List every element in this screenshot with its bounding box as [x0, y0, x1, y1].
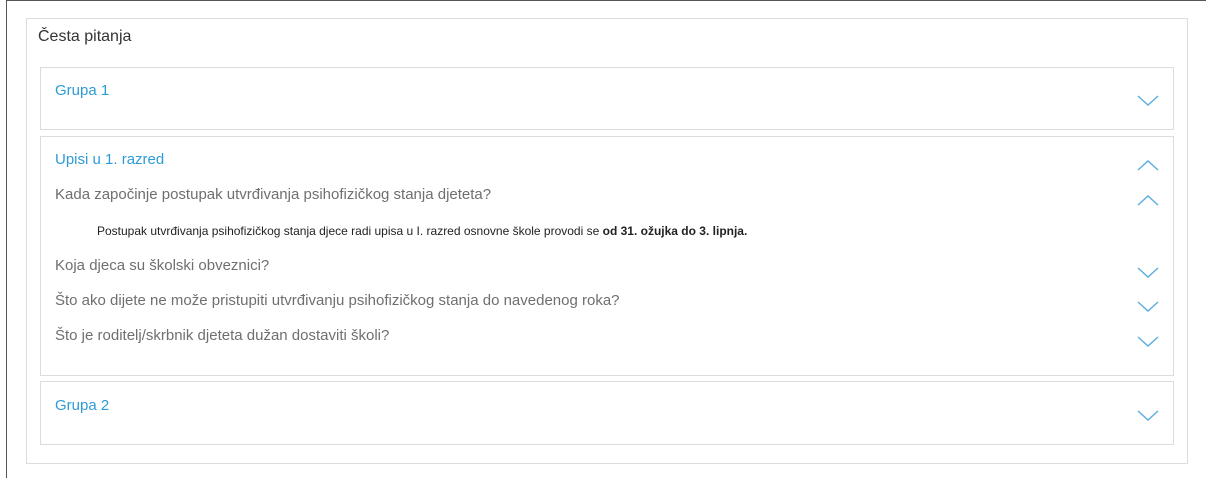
faq-panel: Česta pitanja Grupa 1 Upisi u 1. razred … [26, 18, 1188, 464]
question-1[interactable]: Kada započinje postupak utvrđivanja psih… [55, 186, 491, 203]
faq-group-2[interactable]: Grupa 2 [40, 381, 1174, 445]
chevron-up-icon[interactable] [1137, 194, 1159, 206]
chevron-down-icon[interactable] [1137, 301, 1159, 313]
question-2[interactable]: Koja djeca su školski obveznici? [55, 257, 269, 274]
answer-1: Postupak utvrđivanja psihofizičkog stanj… [97, 224, 747, 238]
faq-group-upisi: Upisi u 1. razred Kada započinje postupa… [40, 136, 1174, 376]
answer-1-date: od 31. ožujka do 3. lipnja. [602, 224, 748, 238]
answer-1-text: Postupak utvrđivanja psihofizičkog stanj… [97, 224, 603, 238]
question-4[interactable]: Što je roditelj/skrbnik djeteta dužan do… [55, 327, 389, 344]
faq-title: Česta pitanja [38, 28, 132, 45]
chevron-down-icon[interactable] [1137, 336, 1159, 348]
chevron-up-icon[interactable] [1137, 159, 1159, 171]
group-title-upisi[interactable]: Upisi u 1. razred [55, 151, 164, 168]
chevron-down-icon[interactable] [1137, 267, 1159, 279]
chevron-down-icon[interactable] [1137, 410, 1159, 422]
chevron-down-icon[interactable] [1137, 95, 1159, 107]
group-title-grupa-2[interactable]: Grupa 2 [55, 397, 109, 414]
faq-group-1[interactable]: Grupa 1 [40, 67, 1174, 130]
question-3[interactable]: Što ako dijete ne može pristupiti utvrđi… [55, 292, 620, 309]
group-title-grupa-1[interactable]: Grupa 1 [55, 82, 109, 99]
